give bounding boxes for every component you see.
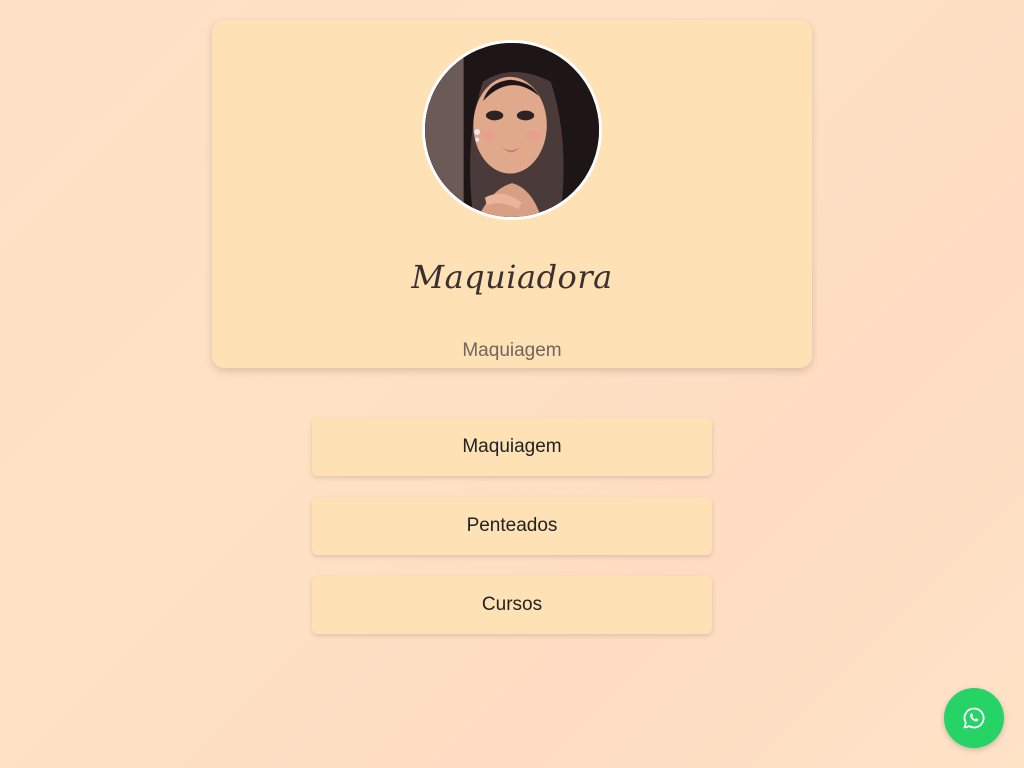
whatsapp-icon	[963, 707, 985, 729]
profile-name: Maquiadora	[411, 258, 613, 296]
link-button-label: Penteados	[466, 515, 558, 536]
profile-subtitle: Maquiagem	[462, 340, 562, 361]
profile-card: Maquiadora Maquiagem	[212, 20, 812, 368]
link-button-label: Cursos	[481, 594, 543, 615]
whatsapp-button[interactable]	[944, 688, 1004, 748]
link-button-maquiagem[interactable]: Maquiagem	[312, 418, 712, 476]
avatar	[422, 40, 602, 220]
avatar-photo	[425, 43, 599, 217]
link-button-label: Maquiagem	[462, 436, 562, 457]
link-button-cursos[interactable]: Cursos	[312, 576, 712, 634]
link-button-penteados[interactable]: Penteados	[312, 497, 712, 555]
